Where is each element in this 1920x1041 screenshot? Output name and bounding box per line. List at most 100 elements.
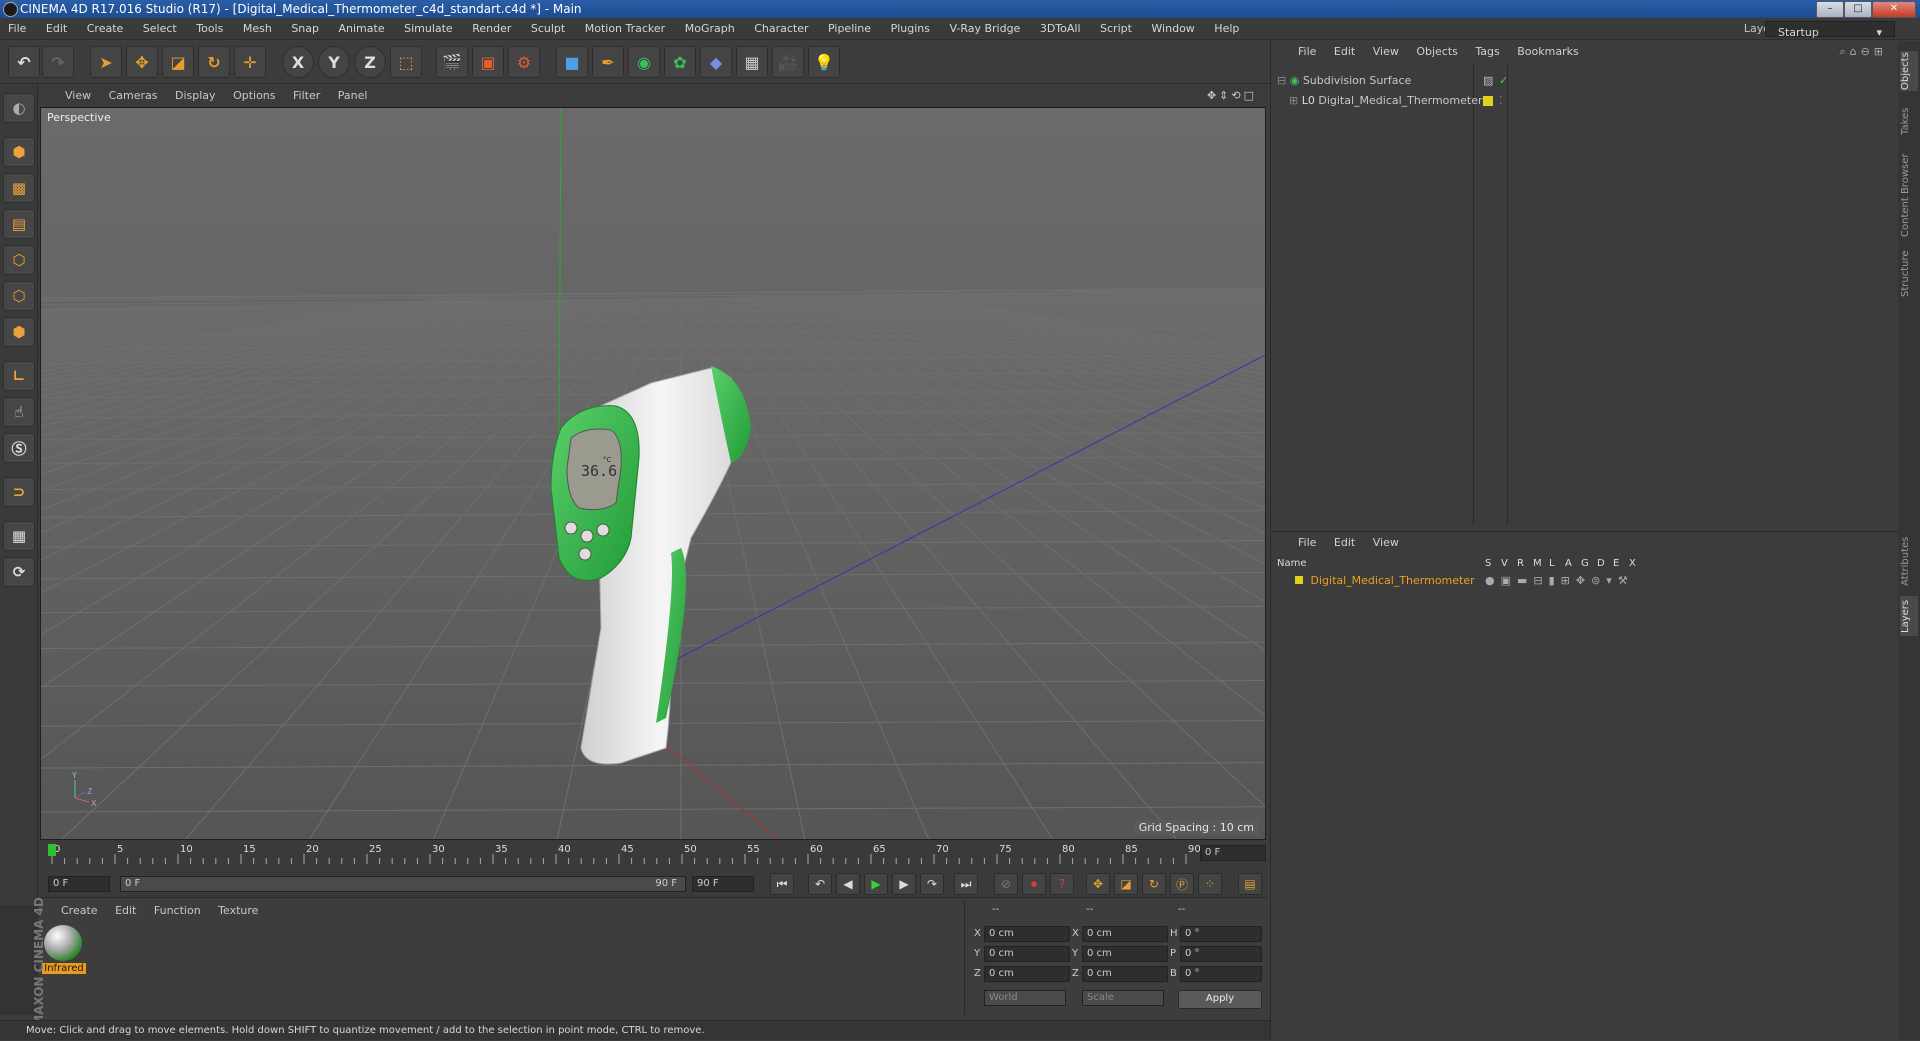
obj-menu-file[interactable]: File <box>1291 41 1323 63</box>
edges-mode-icon[interactable]: ⬡ <box>3 281 35 311</box>
menu-animate[interactable]: Animate <box>331 18 393 40</box>
menu-script[interactable]: Script <box>1092 18 1140 40</box>
timeline-ruler[interactable]: 0 5 10 15 20 25 30 35 40 45 50 55 60 65 70 75 80 85 90 <box>40 840 1266 870</box>
menu-render[interactable]: Render <box>464 18 519 40</box>
apply-button[interactable]: Apply <box>1178 990 1262 1009</box>
tweak-icon[interactable]: ☝ <box>3 397 35 427</box>
rotate-icon[interactable]: ↻ <box>198 46 230 78</box>
menu-edit[interactable]: Edit <box>38 18 75 40</box>
y-axis-icon[interactable]: Y <box>318 46 350 78</box>
vp-menu-filter[interactable]: Filter <box>286 85 327 107</box>
playhead[interactable] <box>48 844 56 856</box>
layer-row-thermometer[interactable]: Digital_Medical_Thermometer ●▣▬⊟▮⊞✥⊜▾⚒ <box>1277 574 1893 588</box>
prev-frame-icon[interactable]: ◀ <box>836 873 860 895</box>
coord-size-mode-dropdown[interactable]: Scale <box>1082 990 1164 1006</box>
preview-range-slider[interactable]: 0 F 90 F <box>120 876 686 892</box>
polygons-mode-icon[interactable]: ⬢ <box>3 317 35 347</box>
menu-mesh[interactable]: Mesh <box>235 18 280 40</box>
mat-menu-function[interactable]: Function <box>147 900 208 922</box>
points-mode-icon[interactable]: ⬡ <box>3 245 35 275</box>
texture-mode-icon[interactable]: ▩ <box>3 173 35 203</box>
close-button[interactable]: ✕ <box>1872 1 1916 18</box>
tab-layers[interactable]: Layers <box>1900 596 1918 636</box>
obj-menu-tags[interactable]: Tags <box>1468 41 1506 63</box>
spline-pen-icon[interactable]: ✒ <box>592 46 624 78</box>
enabled-check-icon[interactable]: ✓ <box>1499 71 1508 91</box>
mat-menu-create[interactable]: Create <box>54 900 105 922</box>
layer-color-tag[interactable] <box>1483 96 1493 106</box>
prev-key-icon[interactable]: ↶ <box>808 873 832 895</box>
solo-icon[interactable]: Ⓢ <box>3 433 35 463</box>
magnet-icon[interactable]: ⊃ <box>3 477 35 507</box>
layer-menu-edit[interactable]: Edit <box>1327 532 1362 554</box>
layer-color-swatch[interactable] <box>1295 576 1303 584</box>
object-row-thermometer[interactable]: ⊞ L0 Digital_Medical_Thermometer ⁚ <box>1277 91 1877 111</box>
vp-menu-view[interactable]: View <box>58 85 98 107</box>
menu-vray-bridge[interactable]: V-Ray Bridge <box>941 18 1028 40</box>
subdivision-icon[interactable]: ◉ <box>628 46 660 78</box>
obj-menu-edit[interactable]: Edit <box>1327 41 1362 63</box>
start-frame-field[interactable]: 0 F <box>48 876 110 892</box>
cube-icon[interactable]: ■ <box>556 46 588 78</box>
menu-tools[interactable]: Tools <box>188 18 231 40</box>
record-keys-icon[interactable]: ⏺ <box>1022 873 1046 895</box>
layer-menu-file[interactable]: File <box>1291 532 1323 554</box>
render-settings-icon[interactable]: ⚙ <box>508 46 540 78</box>
object-row-subdivision-surface[interactable]: ⊟ ◉ Subdivision Surface ▨ ✓ <box>1277 71 1877 91</box>
menu-pipeline[interactable]: Pipeline <box>820 18 879 40</box>
collapse-icon[interactable]: ⊟ <box>1277 74 1286 87</box>
menu-motion-tracker[interactable]: Motion Tracker <box>577 18 673 40</box>
render-view-icon[interactable]: 🎬 <box>436 46 468 78</box>
mat-menu-texture[interactable]: Texture <box>211 900 265 922</box>
move-icon[interactable]: ✥ <box>126 46 158 78</box>
menu-mograph[interactable]: MoGraph <box>677 18 743 40</box>
vp-menu-display[interactable]: Display <box>168 85 223 107</box>
snap-grid-icon[interactable]: ▦ <box>3 521 35 551</box>
menu-select[interactable]: Select <box>135 18 185 40</box>
axis-mode-icon[interactable]: ∟ <box>3 361 35 391</box>
menu-sculpt[interactable]: Sculpt <box>523 18 573 40</box>
coord-rot-b-field[interactable]: 0 ° <box>1180 966 1262 982</box>
layout-dropdown[interactable]: Startup ▾ <box>1765 21 1895 39</box>
next-key-icon[interactable]: ↷ <box>920 873 944 895</box>
key-position-icon[interactable]: ✥ <box>1086 873 1110 895</box>
camera-icon[interactable]: 🎥 <box>772 46 804 78</box>
material-preview-infrared[interactable] <box>44 925 82 961</box>
expand-icon[interactable]: ⊞ <box>1289 94 1298 107</box>
viewport-nav-icons[interactable]: ✥⇕⟲□ <box>1200 85 1264 107</box>
vp-menu-cameras[interactable]: Cameras <box>102 85 165 107</box>
menu-snap[interactable]: Snap <box>283 18 327 40</box>
3d-viewport[interactable]: 36.6 °C Y X Z Perspective Grid Spacing :… <box>40 107 1266 840</box>
coord-size-z-field[interactable]: 0 cm <box>1082 966 1168 982</box>
make-editable-icon[interactable]: ◐ <box>3 93 35 123</box>
tab-objects[interactable]: Objects <box>1900 51 1918 91</box>
vp-menu-panel[interactable]: Panel <box>331 85 375 107</box>
obj-menu-view[interactable]: View <box>1366 41 1406 63</box>
end-frame-field[interactable]: 90 F <box>692 876 754 892</box>
menu-help[interactable]: Help <box>1206 18 1247 40</box>
mat-menu-edit[interactable]: Edit <box>108 900 143 922</box>
minimize-button[interactable]: – <box>1816 1 1844 18</box>
floor-icon[interactable]: ▦ <box>736 46 768 78</box>
coord-pos-y-field[interactable]: 0 cm <box>984 946 1070 962</box>
coord-rot-h-field[interactable]: 0 ° <box>1180 926 1262 942</box>
undo-icon[interactable]: ↶ <box>8 46 40 78</box>
menu-window[interactable]: Window <box>1143 18 1202 40</box>
light-icon[interactable]: 💡 <box>808 46 840 78</box>
select-icon[interactable]: ➤ <box>90 46 122 78</box>
menu-create[interactable]: Create <box>79 18 132 40</box>
key-scale-icon[interactable]: ◪ <box>1114 873 1138 895</box>
menu-plugins[interactable]: Plugins <box>883 18 938 40</box>
layer-menu-view[interactable]: View <box>1366 532 1406 554</box>
layer-flags-icons[interactable]: ●▣▬⊟▮⊞✥⊜▾⚒ <box>1485 574 1634 587</box>
obj-menu-objects[interactable]: Objects <box>1409 41 1465 63</box>
x-axis-icon[interactable]: X <box>282 46 314 78</box>
autokey-icon[interactable]: ? <box>1050 873 1074 895</box>
next-frame-icon[interactable]: ▶ <box>892 873 916 895</box>
render-picture-queue-icon[interactable]: ▣ <box>472 46 504 78</box>
tab-structure[interactable]: Structure <box>1900 246 1918 301</box>
tab-takes[interactable]: Takes <box>1900 101 1918 141</box>
material-name[interactable]: Infrared <box>42 963 86 974</box>
menu-character[interactable]: Character <box>746 18 816 40</box>
snap-rotate-icon[interactable]: ⟳ <box>3 557 35 587</box>
